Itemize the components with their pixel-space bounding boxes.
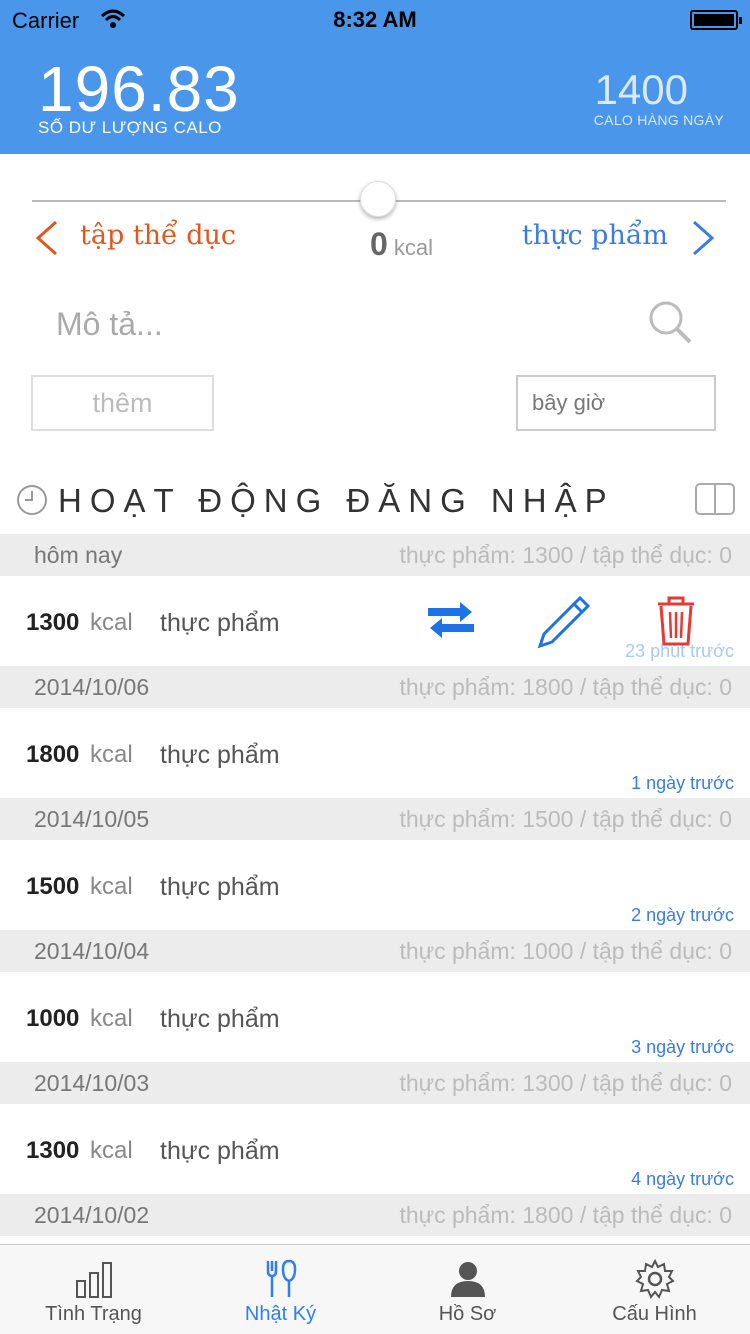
entry-kcal: 1800 — [26, 741, 80, 768]
log-title: HOẠT ĐỘNG ĐĂNG NHẬP — [58, 482, 615, 519]
tab-status[interactable]: Tình Trạng — [0, 1245, 187, 1334]
tab-label: Nhật Ký — [244, 1303, 317, 1325]
entry-type: thực phẩm — [160, 741, 280, 769]
entry-type: thực phẩm — [160, 1005, 280, 1033]
day-header: 2014/10/05 thực phẩm: 1500 / tập thể dục… — [0, 798, 750, 840]
entry-time-ago: 3 ngày trước — [631, 1037, 734, 1057]
entry-kcal: 1300 — [26, 1137, 80, 1164]
day-date: 2014/10/02 — [34, 1202, 150, 1228]
tab-diary[interactable]: Nhật Ký — [187, 1245, 374, 1334]
day-summary: thực phẩm: 1800 / tập thể dục: 0 — [399, 1202, 732, 1228]
day-date: hôm nay — [34, 542, 123, 568]
exercise-toggle[interactable]: tập thể dục — [80, 220, 236, 251]
bar-chart-icon — [76, 1262, 112, 1298]
entry-kcal-unit: kcal — [90, 1005, 133, 1032]
entry-kcal-unit: kcal — [90, 741, 133, 768]
gear-icon — [635, 1259, 675, 1299]
day-date: 2014/10/05 — [34, 806, 150, 832]
entry-time-ago: 4 ngày trước — [631, 1169, 734, 1189]
day-summary: thực phẩm: 1800 / tập thể dục: 0 — [399, 674, 732, 700]
summary-header: Carrier 8:32 AM 196.83 SỐ DƯ LƯỢNG CALO … — [0, 0, 750, 154]
entry-kcal-unit: kcal — [90, 1137, 133, 1164]
day-header: hôm nay thực phẩm: 1300 / tập thể dục: 0 — [0, 534, 750, 576]
pencil-icon[interactable] — [536, 594, 592, 650]
day-header: 2014/10/06 thực phẩm: 1800 / tập thể dục… — [0, 666, 750, 708]
entry-type: thực phẩm — [160, 873, 280, 901]
entry-kcal: 1500 — [26, 873, 80, 900]
entry-time-ago: 1 ngày trước — [631, 773, 734, 793]
kcal-display: 0 kcal — [370, 226, 433, 263]
status-bar: Carrier 8:32 AM — [0, 0, 750, 40]
log-entry[interactable]: 1300 kcal thực phẩm 4 ngày trước — [0, 1104, 750, 1194]
day-summary: thực phẩm: 1300 / tập thể dục: 0 — [399, 1070, 732, 1096]
calorie-balance: 196.83 — [38, 53, 240, 125]
add-button[interactable]: thêm — [31, 375, 214, 431]
kcal-value: 0 — [370, 226, 388, 262]
tab-profile[interactable]: Hồ Sơ — [374, 1245, 561, 1334]
log-entry[interactable]: 1800 kcal thực phẩm 1 ngày trước — [0, 708, 750, 798]
tab-label: Hồ Sơ — [438, 1303, 497, 1325]
tab-bar: Tình Trạng Nhật Ký Hồ Sơ Cấu Hình — [0, 1244, 750, 1334]
description-input[interactable] — [56, 300, 556, 348]
day-header: 2014/10/02 thực phẩm: 1800 / tập thể dục… — [0, 1194, 750, 1236]
tab-settings[interactable]: Cấu Hình — [561, 1245, 748, 1334]
day-summary: thực phẩm: 1500 / tập thể dục: 0 — [399, 806, 732, 832]
day-header: 2014/10/04 thực phẩm: 1000 / tập thể dục… — [0, 930, 750, 972]
entry-kcal-unit: kcal — [90, 873, 133, 900]
log-entry[interactable]: 1500 kcal thực phẩm 2 ngày trước — [0, 840, 750, 930]
log-entry[interactable]: 1000 kcal thực phẩm 3 ngày trước — [0, 972, 750, 1062]
calorie-balance-label: SỐ DƯ LƯỢNG CALO — [38, 118, 222, 137]
entry-kcal: 1000 — [26, 1005, 80, 1032]
food-toggle[interactable]: thực phẩm — [522, 220, 668, 251]
clock: 8:32 AM — [333, 7, 417, 32]
entry-kcal-unit: kcal — [90, 609, 133, 636]
clock-icon — [17, 485, 47, 515]
entry-type: thực phẩm — [160, 609, 280, 637]
search-icon[interactable] — [646, 298, 694, 346]
daily-calorie-goal-label: CALO HÀNG NGÀY — [593, 112, 724, 128]
slider-thumb[interactable] — [360, 181, 396, 217]
trash-icon[interactable] — [654, 594, 698, 648]
fork-knife-icon — [266, 1259, 297, 1297]
log-entry[interactable]: 1300 kcal thực phẩm 23 phút trước — [0, 576, 750, 666]
day-summary: thực phẩm: 1000 / tập thể dục: 0 — [399, 938, 732, 964]
book-icon[interactable] — [694, 482, 736, 516]
tab-label: Cấu Hình — [612, 1303, 697, 1325]
time-field[interactable]: bây giờ — [516, 375, 716, 431]
daily-calorie-goal[interactable]: 1400 — [595, 66, 688, 114]
chevron-left-icon[interactable] — [30, 218, 62, 258]
day-date: 2014/10/06 — [34, 674, 150, 700]
person-icon — [451, 1262, 485, 1297]
tab-label: Tình Trạng — [45, 1303, 142, 1325]
day-date: 2014/10/04 — [34, 938, 150, 964]
chevron-right-icon[interactable] — [688, 218, 720, 258]
day-summary: thực phẩm: 1300 / tập thể dục: 0 — [399, 542, 732, 568]
kcal-unit: kcal — [393, 235, 434, 260]
day-header: 2014/10/03 thực phẩm: 1300 / tập thể dục… — [0, 1062, 750, 1104]
entry-type: thực phẩm — [160, 1137, 280, 1165]
day-date: 2014/10/03 — [34, 1070, 150, 1096]
battery-icon — [690, 10, 742, 30]
entry-kcal: 1300 — [26, 609, 80, 636]
entry-time-ago: 2 ngày trước — [631, 905, 734, 925]
repeat-icon[interactable] — [424, 598, 478, 642]
